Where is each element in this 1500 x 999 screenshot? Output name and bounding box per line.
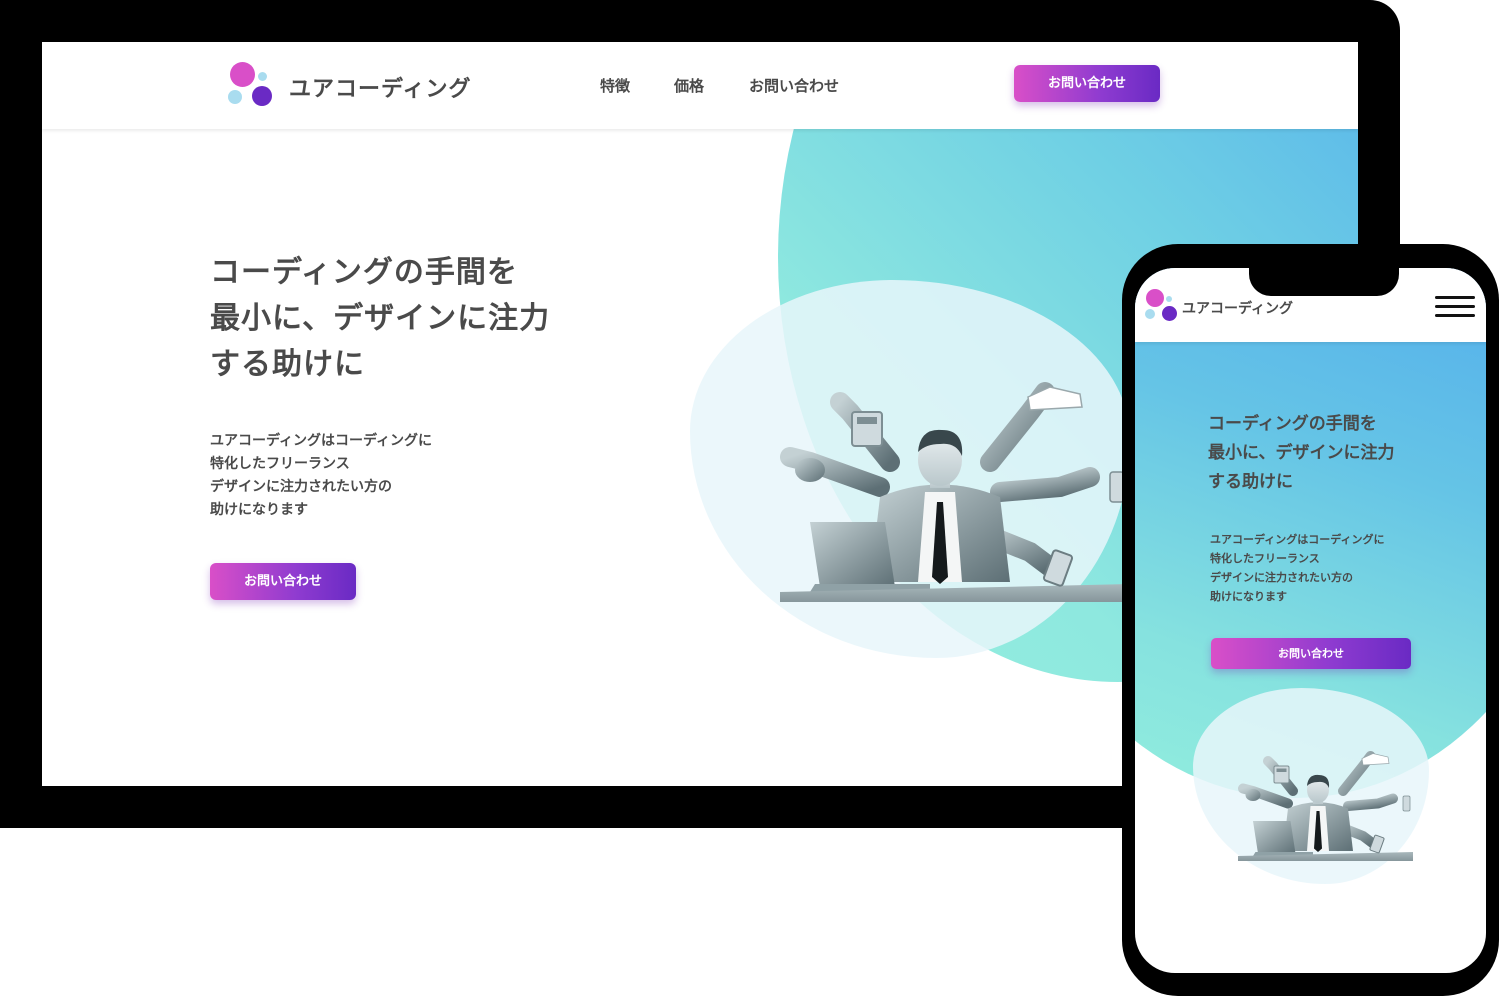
hero-description: ユアコーディングはコーディングに 特化したフリーランス デザインに注力されたい方… [210,430,432,522]
logo-text[interactable]: ユアコーディング [289,71,471,103]
hero-title-line: コーディングの手間を [1208,414,1377,434]
nav-item-pricing[interactable]: 価格 [674,75,704,96]
phone-frame: ユアコーディング コーディングの手間を 最小に、デザインに注力 する助けに ユア… [1122,244,1499,996]
hero-desc-line: ユアコーディングはコーディングに [1210,533,1385,546]
mobile-hero-contact-button[interactable]: お問い合わせ [1211,638,1411,669]
phone-notch [1249,268,1399,296]
hero-title-line: 最小に、デザインに注力 [1208,443,1395,463]
hamburger-menu-icon[interactable] [1435,296,1475,318]
hero-desc-line: 助けになります [1210,590,1287,603]
mobile-hero-description: ユアコーディングはコーディングに 特化したフリーランス デザインに注力されたい方… [1210,530,1384,606]
mobile-logo-text[interactable]: ユアコーディング [1182,298,1293,318]
hero-desc-line: 特化したフリーランス [1210,552,1320,565]
hero-desc-line: デザインに注力されたい方の [210,479,392,495]
hero-desc-line: ユアコーディングはコーディングに [210,433,433,449]
hero-desc-line: デザインに注力されたい方の [1210,571,1353,584]
multitasking-businessman-illustration [730,352,1130,602]
hero-desc-line: 助けになります [210,502,308,518]
phone-screen: ユアコーディング コーディングの手間を 最小に、デザインに注力 する助けに ユア… [1135,268,1486,973]
nav-item-features[interactable]: 特徴 [600,75,630,96]
hero-title-line: コーディングの手間を [210,255,518,290]
hero-title-line: 最小に、デザインに注力 [210,301,551,336]
site-header: ユアコーディング 特徴 価格 お問い合わせ お問い合わせ [42,42,1358,129]
hero-title-line: する助けに [1208,472,1293,492]
circles-logo-icon[interactable] [228,62,276,108]
header-contact-button[interactable]: お問い合わせ [1014,65,1160,102]
multitasking-businessman-illustration [1213,736,1413,861]
hero-contact-button[interactable]: お問い合わせ [210,563,356,600]
circles-logo-icon[interactable] [1145,289,1179,322]
hero-desc-line: 特化したフリーランス [210,456,350,472]
hero-title-line: する助けに [210,347,365,382]
nav-item-contact[interactable]: お問い合わせ [749,75,839,96]
hero-title: コーディングの手間を 最小に、デザインに注力 する助けに [210,250,550,388]
mobile-hero-title: コーディングの手間を 最小に、デザインに注力 する助けに [1208,410,1395,497]
